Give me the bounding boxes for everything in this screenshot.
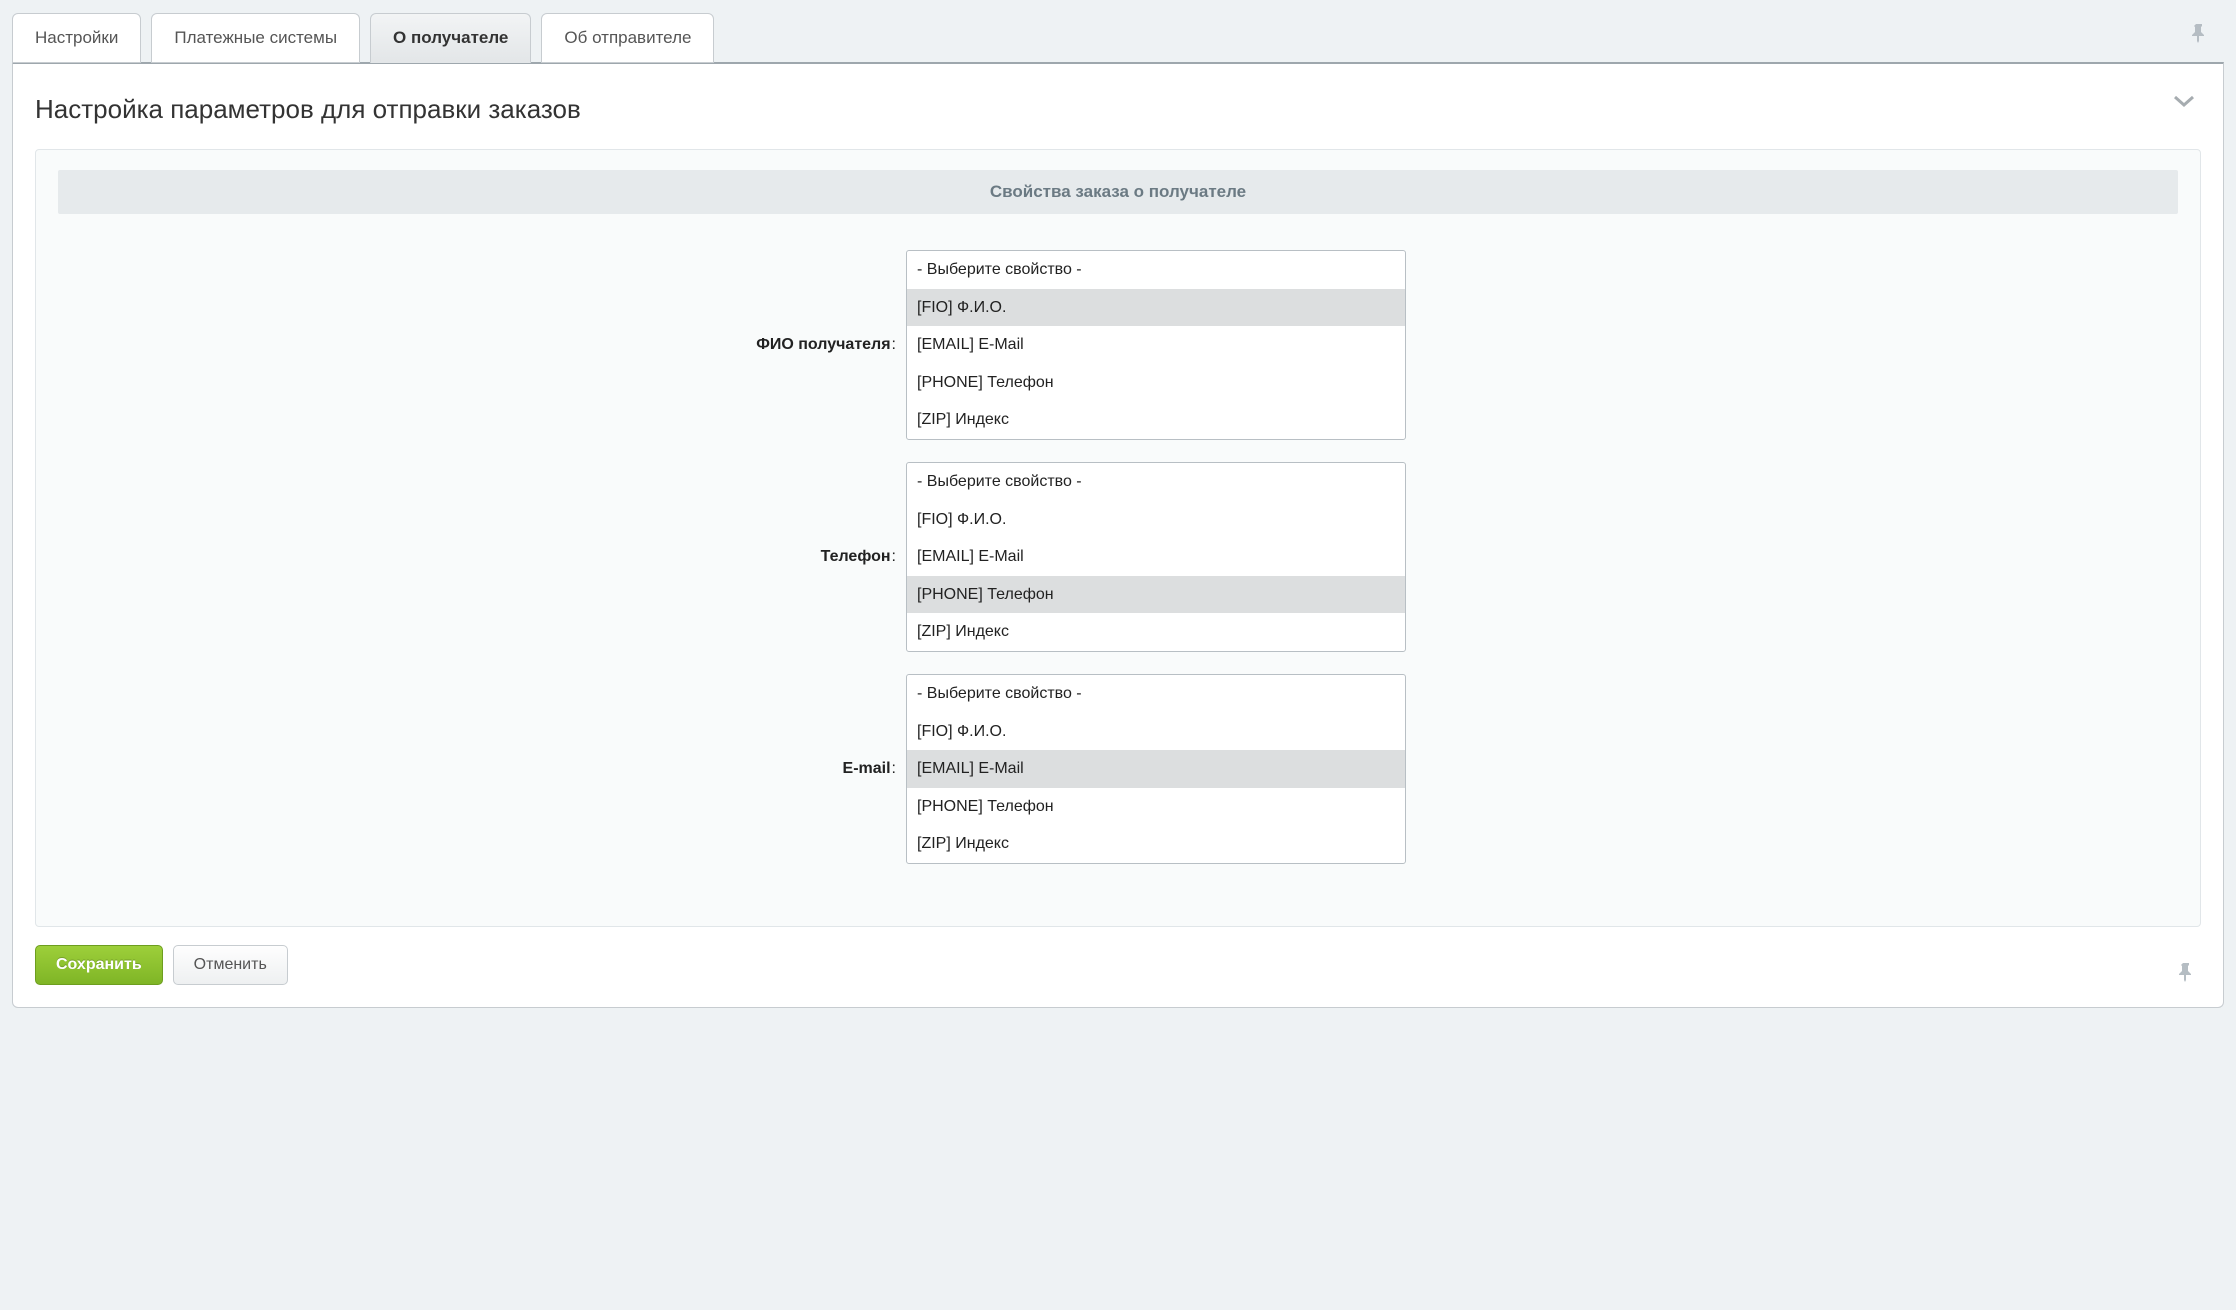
- select-option[interactable]: [ZIP] Индекс: [907, 825, 1405, 863]
- settings-panel: Настройка параметров для отправки заказо…: [12, 62, 2224, 1008]
- section-header: Свойства заказа о получателе: [58, 170, 2178, 214]
- field-row-email: E-mail: - Выберите свойство - [FIO] Ф.И.…: [58, 674, 2178, 864]
- select-option[interactable]: [EMAIL] E-Mail: [907, 538, 1405, 576]
- field-row-fio: ФИО получателя: - Выберите свойство - [F…: [58, 250, 2178, 440]
- panel-title: Настройка параметров для отправки заказо…: [35, 94, 2201, 125]
- select-option[interactable]: - Выберите свойство -: [907, 463, 1405, 501]
- select-option[interactable]: [FIO] Ф.И.О.: [907, 289, 1405, 327]
- select-fio[interactable]: - Выберите свойство - [FIO] Ф.И.О. [EMAI…: [906, 250, 1406, 440]
- field-label-phone-text: Телефон: [821, 548, 891, 565]
- form-box: Свойства заказа о получателе ФИО получат…: [35, 149, 2201, 927]
- collapse-icon[interactable]: [2173, 94, 2195, 108]
- cancel-button[interactable]: Отменить: [173, 945, 288, 985]
- select-option[interactable]: [EMAIL] E-Mail: [907, 326, 1405, 364]
- tab-about-recipient[interactable]: О получателе: [370, 13, 531, 63]
- button-bar: Сохранить Отменить: [35, 945, 2201, 985]
- field-label-email-text: E-mail: [843, 760, 891, 777]
- select-option[interactable]: [PHONE] Телефон: [907, 788, 1405, 826]
- pin-icon[interactable]: [2177, 961, 2195, 983]
- field-label-phone: Телефон:: [58, 548, 906, 566]
- save-button[interactable]: Сохранить: [35, 945, 163, 985]
- select-option[interactable]: [FIO] Ф.И.О.: [907, 713, 1405, 751]
- tab-settings[interactable]: Настройки: [12, 13, 141, 63]
- field-label-fio-text: ФИО получателя: [756, 336, 890, 353]
- tab-about-sender[interactable]: Об отправителе: [541, 13, 714, 63]
- field-label-email: E-mail:: [58, 760, 906, 778]
- select-email[interactable]: - Выберите свойство - [FIO] Ф.И.О. [EMAI…: [906, 674, 1406, 864]
- select-option[interactable]: [ZIP] Индекс: [907, 613, 1405, 651]
- select-option[interactable]: - Выберите свойство -: [907, 251, 1405, 289]
- select-option[interactable]: [ZIP] Индекс: [907, 401, 1405, 439]
- select-option[interactable]: - Выберите свойство -: [907, 675, 1405, 713]
- tab-payment-systems[interactable]: Платежные системы: [151, 13, 360, 63]
- select-phone[interactable]: - Выберите свойство - [FIO] Ф.И.О. [EMAI…: [906, 462, 1406, 652]
- field-label-fio: ФИО получателя:: [58, 336, 906, 354]
- select-option[interactable]: [EMAIL] E-Mail: [907, 750, 1405, 788]
- select-option[interactable]: [PHONE] Телефон: [907, 364, 1405, 402]
- select-option[interactable]: [FIO] Ф.И.О.: [907, 501, 1405, 539]
- select-option[interactable]: [PHONE] Телефон: [907, 576, 1405, 614]
- field-row-phone: Телефон: - Выберите свойство - [FIO] Ф.И…: [58, 462, 2178, 652]
- tabs-bar: Настройки Платежные системы О получателе…: [12, 12, 2224, 62]
